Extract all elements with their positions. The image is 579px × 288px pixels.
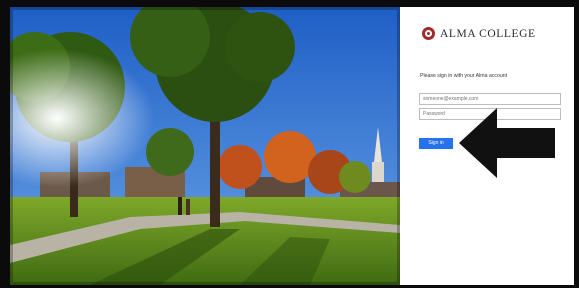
brand-header: ALMA COLLEGE bbox=[422, 27, 536, 40]
email-field[interactable] bbox=[419, 93, 561, 105]
campus-scene bbox=[10, 7, 400, 285]
sign-in-button[interactable]: Sign in bbox=[419, 138, 453, 149]
screen-frame: ALMA COLLEGE Please sign in with your Al… bbox=[0, 0, 579, 288]
campus-background-photo bbox=[10, 7, 400, 285]
signin-prompt: Please sign in with your Alma account bbox=[420, 73, 508, 79]
college-seal-icon bbox=[422, 27, 435, 40]
brand-name: ALMA COLLEGE bbox=[440, 27, 536, 40]
left-arrow-icon bbox=[459, 108, 555, 178]
